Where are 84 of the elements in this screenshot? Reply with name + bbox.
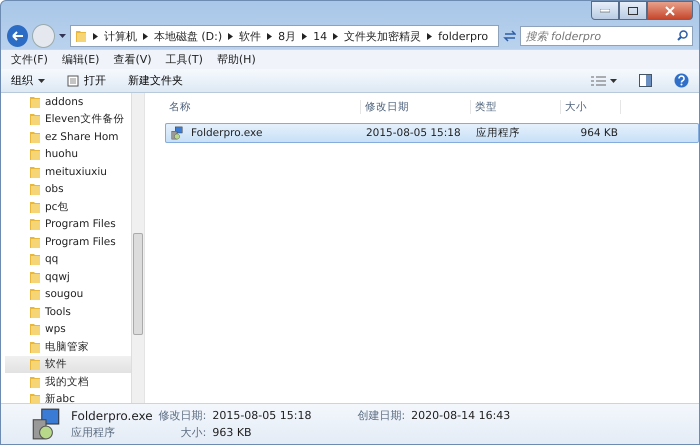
folder-icon [29, 182, 41, 196]
close-button[interactable] [647, 1, 693, 20]
folder-icon [74, 29, 87, 43]
folder-tree-item[interactable]: meituxiuxiu [5, 163, 131, 180]
folder-tree-item[interactable]: Tools [5, 303, 131, 320]
folder-icon [29, 392, 41, 403]
folder-icon [29, 217, 41, 232]
chevron-icon[interactable] [333, 32, 338, 40]
folder-tree-item[interactable]: obs [5, 180, 131, 198]
folder-tree-item[interactable]: 电脑管家 [5, 338, 131, 356]
dropdown-caret-icon[interactable] [59, 34, 66, 38]
chevron-icon[interactable] [92, 32, 98, 40]
chevron-icon[interactable] [427, 32, 432, 40]
minimize-icon [600, 8, 610, 12]
folder-tree-item[interactable]: qqwj [5, 268, 131, 286]
folder-tree-item[interactable]: 我的文档 [5, 373, 131, 390]
file-type: 应用程序 [71, 425, 116, 440]
view-options-icon[interactable] [591, 74, 617, 86]
folder-tree-item[interactable]: Program Files [5, 233, 131, 250]
menu-item[interactable]: 查看(V) [113, 52, 152, 67]
folder-icon [29, 374, 41, 389]
maximize-icon [628, 6, 638, 14]
chevron-icon[interactable] [267, 32, 272, 40]
open-button[interactable]: 打开 [67, 73, 106, 88]
size-value: 963 KB [212, 426, 253, 439]
folder-icon [29, 112, 41, 126]
folder-icon [29, 357, 41, 372]
folder-tree-item[interactable]: ez Share Hom [5, 128, 131, 146]
organize-button[interactable]: 组织 [11, 73, 45, 88]
modified-value: 2015-08-05 15:18 [212, 409, 312, 422]
close-icon [665, 6, 675, 16]
column-header[interactable]: 名称 [165, 100, 361, 114]
scrollbar[interactable] [131, 93, 144, 403]
folder-tree-item[interactable]: Program Files [5, 216, 131, 233]
new-folder-button[interactable]: 新建文件夹 [128, 73, 183, 88]
maximize-button[interactable] [619, 1, 647, 20]
arrow-left-icon [12, 31, 24, 41]
folder-tree-item[interactable]: pc包 [5, 198, 131, 216]
folder-tree-item[interactable]: huohu [5, 146, 131, 163]
search-icon [676, 30, 688, 41]
column-header[interactable]: 类型 [471, 100, 561, 114]
preview-pane-icon[interactable] [639, 74, 652, 87]
folder-icon [29, 340, 41, 354]
menu-item[interactable]: 文件(F) [11, 52, 48, 67]
column-header[interactable]: 修改日期 [361, 100, 471, 114]
minimize-button[interactable] [591, 1, 619, 20]
file-row[interactable]: Folderpro.exe 2015-08-05 15:18 应用程序 964 KB [165, 123, 699, 143]
column-header[interactable]: 大小 [561, 100, 621, 114]
folder-icon [29, 304, 41, 319]
address-bar[interactable]: 计算机 本地磁盘 (D:) 软件 8月 14 文件夹加密精灵 folderpro [70, 25, 500, 47]
folder-tree-item[interactable]: Eleven文件备份 [5, 110, 131, 128]
folder-icon [29, 164, 41, 179]
refresh-icon[interactable] [503, 29, 516, 43]
folder-icon [29, 200, 41, 214]
modified-label: 修改日期: [158, 408, 206, 423]
chevron-icon[interactable] [302, 32, 308, 40]
chevron-icon[interactable] [142, 32, 148, 40]
created-label: 创建日期: [357, 408, 406, 423]
folder-tree-item[interactable]: addons [5, 93, 131, 110]
back-button[interactable] [7, 25, 28, 47]
folder-tree-item[interactable]: wps [5, 320, 131, 338]
chevron-icon[interactable] [228, 32, 234, 40]
folder-icon [29, 147, 41, 162]
file-name: Folderpro.exe [71, 408, 153, 422]
folder-icon [29, 234, 41, 249]
folder-icon [29, 130, 41, 144]
menu-item[interactable]: 工具(T) [166, 52, 203, 67]
folder-icon [29, 287, 41, 302]
menu-item[interactable]: 编辑(E) [62, 52, 100, 67]
installer-icon [170, 126, 184, 140]
folder-tree-item[interactable]: 软件 [5, 356, 131, 373]
folder-icon [29, 94, 41, 109]
folder-icon [29, 252, 41, 266]
search-field[interactable]: 搜索 folderpro [520, 26, 693, 46]
caret-icon [38, 78, 45, 82]
document-icon [67, 74, 79, 86]
folder-tree-item[interactable]: sougou [5, 286, 131, 303]
folder-tree-item[interactable]: qq [5, 250, 131, 268]
folder-icon [29, 270, 41, 284]
created-value: 2020-08-14 16:43 [411, 409, 510, 422]
help-icon[interactable] [674, 73, 689, 88]
size-label: 大小: [180, 425, 206, 440]
menu-item[interactable]: 帮助(H) [216, 52, 256, 67]
folder-icon [29, 322, 41, 336]
